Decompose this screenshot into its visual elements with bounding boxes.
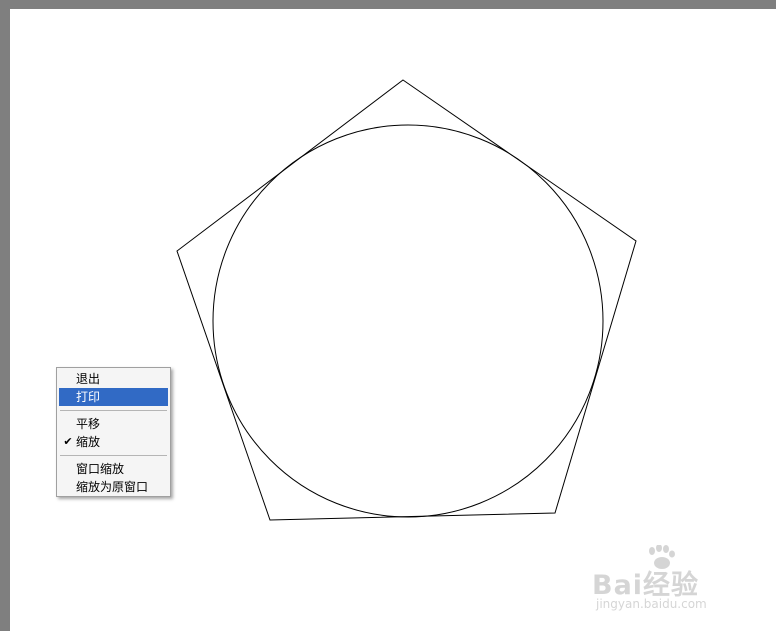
- menu-item-exit[interactable]: 退出: [59, 370, 168, 388]
- menu-item-label: 退出: [76, 372, 101, 386]
- context-menu: 退出 打印 平移 ✔ 缩放 窗口缩放 缩放为原窗口: [56, 367, 171, 497]
- menu-item-window-zoom[interactable]: 窗口缩放: [59, 460, 168, 478]
- check-icon: ✔: [63, 435, 73, 448]
- menu-item-zoom[interactable]: ✔ 缩放: [59, 433, 168, 451]
- geometry-drawing: [176, 79, 637, 521]
- menu-item-label: 缩放为原窗口: [76, 480, 149, 494]
- menu-item-label: 缩放: [76, 435, 101, 449]
- menu-item-label: 窗口缩放: [76, 462, 125, 476]
- drawing-canvas[interactable]: [10, 9, 776, 631]
- menu-separator: [60, 410, 167, 411]
- menu-item-label: 平移: [76, 417, 101, 431]
- inscribed-circle: [212, 124, 604, 518]
- menu-item-pan[interactable]: 平移: [59, 415, 168, 433]
- menu-item-label: 打印: [76, 390, 101, 404]
- pentagon-shape: [176, 79, 637, 521]
- menu-separator: [60, 455, 167, 456]
- menu-item-reset-zoom[interactable]: 缩放为原窗口: [59, 478, 168, 496]
- menu-item-print[interactable]: 打印: [59, 388, 168, 406]
